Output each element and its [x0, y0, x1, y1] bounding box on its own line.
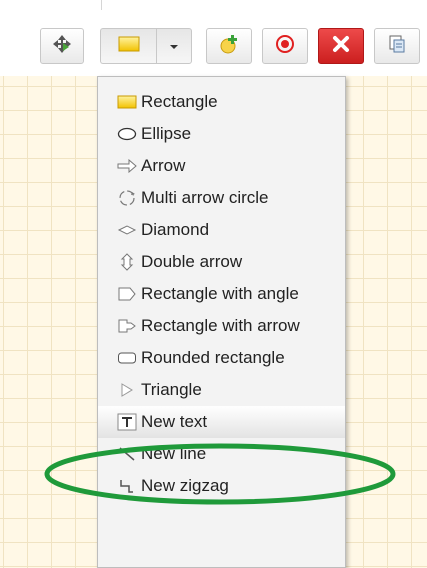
menu-item-rectangle-with-angle[interactable]: Rectangle with angle	[98, 278, 345, 310]
diamond-icon	[116, 220, 138, 240]
target-button[interactable]	[262, 28, 308, 64]
arrow-icon	[116, 156, 138, 176]
line-icon	[116, 444, 138, 464]
menu-item-new-line[interactable]: New line	[98, 438, 345, 470]
menu-item-diamond[interactable]: Diamond	[98, 214, 345, 246]
menu-item-rectangle[interactable]: Rectangle	[98, 86, 345, 118]
menu-item-rectangle-with-arrow[interactable]: Rectangle with arrow	[98, 310, 345, 342]
text-icon	[116, 412, 138, 432]
double-arrow-icon	[116, 252, 138, 272]
multi-arrow-circle-icon	[116, 188, 138, 208]
menu-item-arrow[interactable]: Arrow	[98, 150, 345, 182]
shape-button[interactable]	[100, 28, 156, 64]
move-arrows-icon	[52, 34, 72, 59]
rectangle-shape-icon	[118, 36, 140, 57]
triangle-icon	[116, 380, 138, 400]
add-shape-icon	[218, 33, 240, 60]
add-shape-button[interactable]	[206, 28, 252, 64]
move-button[interactable]	[40, 28, 84, 64]
ellipse-icon	[116, 124, 138, 144]
zigzag-icon	[116, 476, 138, 496]
toolbar	[0, 10, 427, 76]
menu-item-double-arrow[interactable]: Double arrow	[98, 246, 345, 278]
shape-dropdown-button[interactable]	[156, 28, 192, 64]
rectangle-with-angle-icon	[116, 284, 138, 304]
caret-down-icon	[169, 37, 179, 55]
target-icon	[275, 34, 295, 59]
delete-button[interactable]	[318, 28, 364, 64]
rectangle-icon	[116, 92, 138, 112]
copy-button[interactable]	[374, 28, 420, 64]
menu-item-new-zigzag[interactable]: New zigzag	[98, 470, 345, 502]
menu-item-rounded-rectangle[interactable]: Rounded rectangle	[98, 342, 345, 374]
menu-item-ellipse[interactable]: Ellipse	[98, 118, 345, 150]
rounded-rectangle-icon	[116, 348, 138, 368]
menu-item-multi-arrow-circle[interactable]: Multi arrow circle	[98, 182, 345, 214]
close-icon	[332, 35, 350, 58]
rectangle-with-arrow-icon	[116, 316, 138, 336]
shape-dropdown-menu: Rectangle Ellipse Arrow Multi arrow circ…	[97, 76, 346, 568]
menu-item-triangle[interactable]: Triangle	[98, 374, 345, 406]
copy-icon	[387, 34, 407, 59]
menu-item-new-text[interactable]: New text	[98, 406, 345, 438]
